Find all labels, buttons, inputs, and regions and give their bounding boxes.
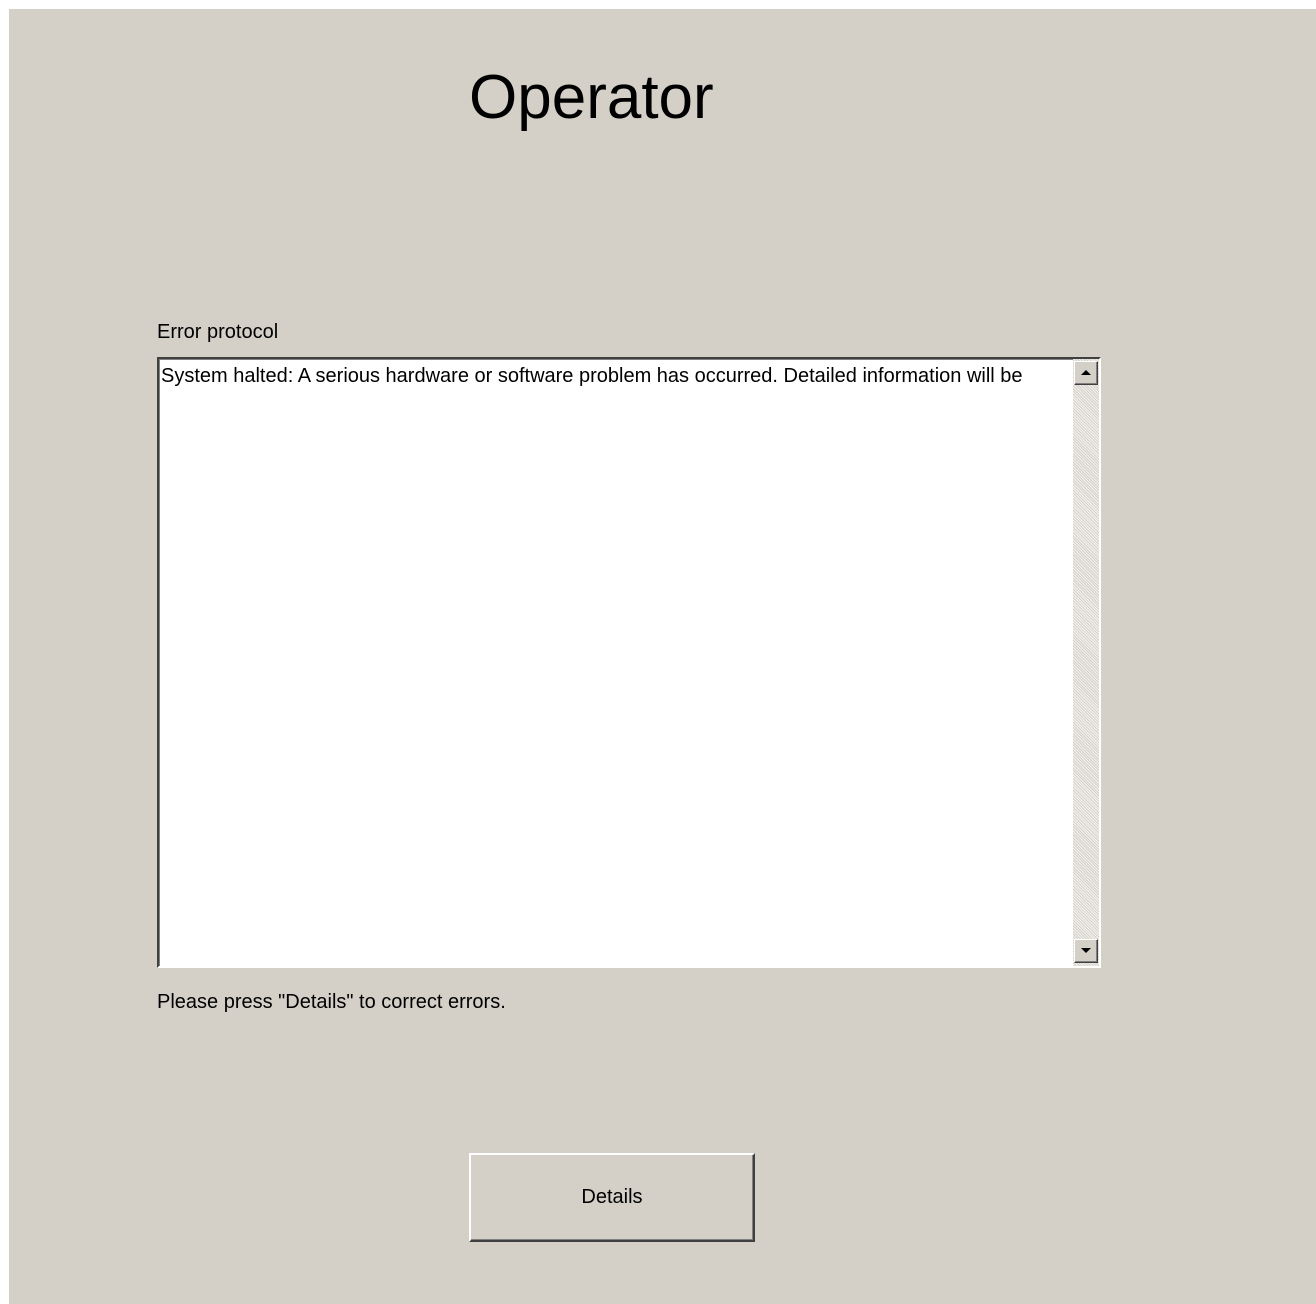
details-button[interactable]: Details <box>469 1153 755 1242</box>
scroll-down-arrow-icon <box>1081 948 1091 953</box>
scroll-up-arrow-icon <box>1081 370 1091 375</box>
vertical-scrollbar[interactable] <box>1073 359 1099 966</box>
error-protocol-label: Error protocol <box>157 321 279 343</box>
page-title: Operator <box>469 63 714 132</box>
scroll-up-button[interactable] <box>1074 361 1098 385</box>
operator-screen: Operator Error protocol System halted: A… <box>9 9 1316 1304</box>
scroll-down-button[interactable] <box>1074 939 1098 963</box>
error-protocol-entry[interactable]: System halted: A serious hardware or sof… <box>161 366 1067 386</box>
details-hint-text: Please press "Details" to correct errors… <box>157 991 506 1013</box>
error-protocol-listbox[interactable]: System halted: A serious hardware or sof… <box>157 357 1101 968</box>
